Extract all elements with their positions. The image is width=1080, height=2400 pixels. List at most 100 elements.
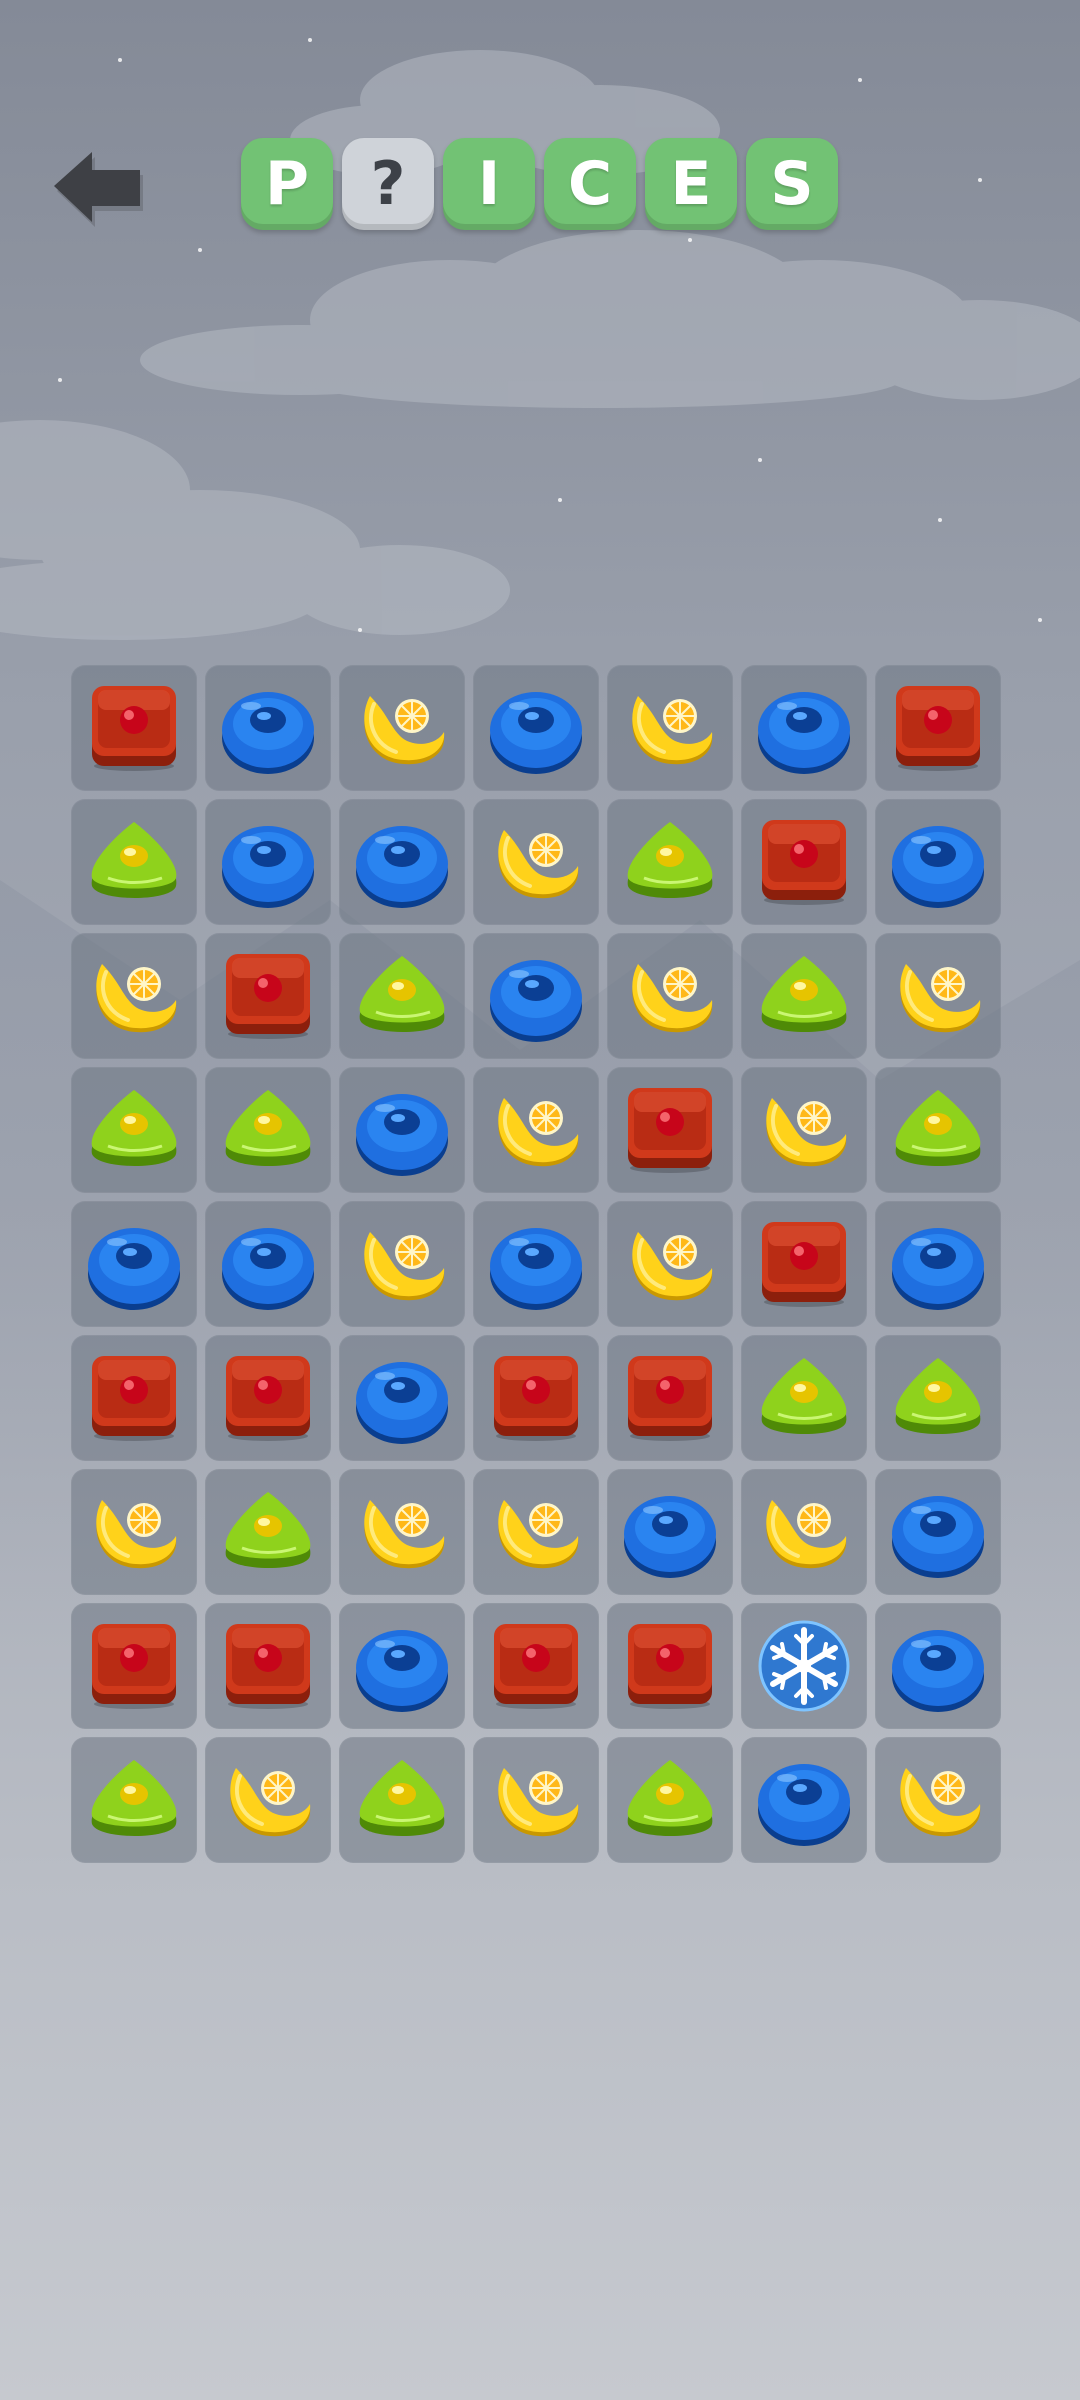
board-cell[interactable] [71, 1469, 197, 1595]
board-cell[interactable] [741, 1737, 867, 1863]
back-button[interactable] [48, 142, 148, 230]
board-cell[interactable] [875, 665, 1001, 791]
blue-round-candy-icon [888, 1616, 988, 1716]
hidden-letter-tile[interactable]: ? [342, 138, 434, 230]
board-cell[interactable] [339, 933, 465, 1059]
yellow-lemon-candy-icon [754, 1080, 854, 1180]
red-square-candy-icon [218, 1616, 318, 1716]
letter-tile: S [746, 138, 838, 230]
board-cell[interactable] [205, 1469, 331, 1595]
board-cell[interactable] [875, 933, 1001, 1059]
board-cell[interactable] [339, 1067, 465, 1193]
board-cell[interactable] [607, 1067, 733, 1193]
board-cell[interactable] [741, 1201, 867, 1327]
board-cell[interactable] [205, 1067, 331, 1193]
board-cell[interactable] [71, 1335, 197, 1461]
blue-round-candy-icon [84, 1214, 184, 1314]
board-cell[interactable] [71, 799, 197, 925]
board-cell[interactable] [875, 1067, 1001, 1193]
board-cell[interactable] [473, 1603, 599, 1729]
board-cell[interactable] [339, 1469, 465, 1595]
board-cell[interactable] [339, 1335, 465, 1461]
yellow-lemon-candy-icon [486, 1080, 586, 1180]
board-cell[interactable] [205, 799, 331, 925]
board-cell[interactable] [741, 1335, 867, 1461]
green-triangle-candy-icon [218, 1080, 318, 1180]
green-triangle-candy-icon [352, 1750, 452, 1850]
board-cell[interactable] [875, 1469, 1001, 1595]
red-square-candy-icon [218, 1348, 318, 1448]
board-cell[interactable] [607, 799, 733, 925]
board-cell[interactable] [205, 1603, 331, 1729]
yellow-lemon-candy-icon [352, 1214, 452, 1314]
board-cell[interactable] [607, 1201, 733, 1327]
board-cell[interactable] [473, 799, 599, 925]
board-cell[interactable] [71, 1201, 197, 1327]
board-cell[interactable] [741, 1469, 867, 1595]
snowflake-powerup-icon [754, 1616, 854, 1716]
red-square-candy-icon [486, 1348, 586, 1448]
game-screen: P? I C E S [0, 0, 1080, 2400]
board-cell[interactable] [741, 933, 867, 1059]
board-cell[interactable] [205, 1335, 331, 1461]
board-cell[interactable] [205, 665, 331, 791]
blue-round-candy-icon [352, 1616, 452, 1716]
yellow-lemon-candy-icon [84, 1482, 184, 1582]
red-square-candy-icon [620, 1616, 720, 1716]
board-cell[interactable] [339, 1201, 465, 1327]
board-cell[interactable] [875, 799, 1001, 925]
blue-round-candy-icon [754, 1750, 854, 1850]
board-cell[interactable] [875, 1201, 1001, 1327]
board-cell[interactable] [741, 1067, 867, 1193]
red-square-candy-icon [84, 1616, 184, 1716]
green-triangle-candy-icon [84, 1080, 184, 1180]
board-cell[interactable] [607, 1737, 733, 1863]
board-cell[interactable] [71, 1737, 197, 1863]
board-cell[interactable] [205, 1201, 331, 1327]
red-square-candy-icon [486, 1616, 586, 1716]
board-cell[interactable] [607, 1335, 733, 1461]
board-cell[interactable] [741, 1603, 867, 1729]
blue-round-candy-icon [218, 812, 318, 912]
yellow-lemon-candy-icon [620, 1214, 720, 1314]
board-cell[interactable] [607, 1603, 733, 1729]
board-cell[interactable] [875, 1603, 1001, 1729]
board-cell[interactable] [339, 1603, 465, 1729]
red-square-candy-icon [754, 1214, 854, 1314]
board-cell[interactable] [875, 1335, 1001, 1461]
board-cell[interactable] [473, 1737, 599, 1863]
red-square-candy-icon [754, 812, 854, 912]
board-cell[interactable] [71, 1603, 197, 1729]
green-triangle-candy-icon [888, 1080, 988, 1180]
board-cell[interactable] [339, 1737, 465, 1863]
game-board [71, 665, 1001, 1863]
board-cell[interactable] [473, 1469, 599, 1595]
board-cell[interactable] [607, 665, 733, 791]
blue-round-candy-icon [218, 678, 318, 778]
board-cell[interactable] [741, 665, 867, 791]
red-square-candy-icon [84, 1348, 184, 1448]
board-cell[interactable] [71, 933, 197, 1059]
board-cell[interactable] [71, 1067, 197, 1193]
board-cell[interactable] [339, 665, 465, 791]
board-cell[interactable] [339, 799, 465, 925]
green-triangle-candy-icon [888, 1348, 988, 1448]
board-cell[interactable] [205, 1737, 331, 1863]
board-cell[interactable] [473, 933, 599, 1059]
board-cell[interactable] [473, 1067, 599, 1193]
yellow-lemon-candy-icon [218, 1750, 318, 1850]
board-cell[interactable] [607, 1469, 733, 1595]
board-cell[interactable] [875, 1737, 1001, 1863]
yellow-lemon-candy-icon [352, 678, 452, 778]
board-cell[interactable] [71, 665, 197, 791]
board-cell[interactable] [473, 1335, 599, 1461]
red-square-candy-icon [218, 946, 318, 1046]
board-cell[interactable] [473, 1201, 599, 1327]
board-cell[interactable] [205, 933, 331, 1059]
blue-round-candy-icon [486, 1214, 586, 1314]
board-cell[interactable] [473, 665, 599, 791]
board-cell[interactable] [607, 933, 733, 1059]
blue-round-candy-icon [352, 812, 452, 912]
back-arrow-icon [54, 152, 143, 227]
board-cell[interactable] [741, 799, 867, 925]
